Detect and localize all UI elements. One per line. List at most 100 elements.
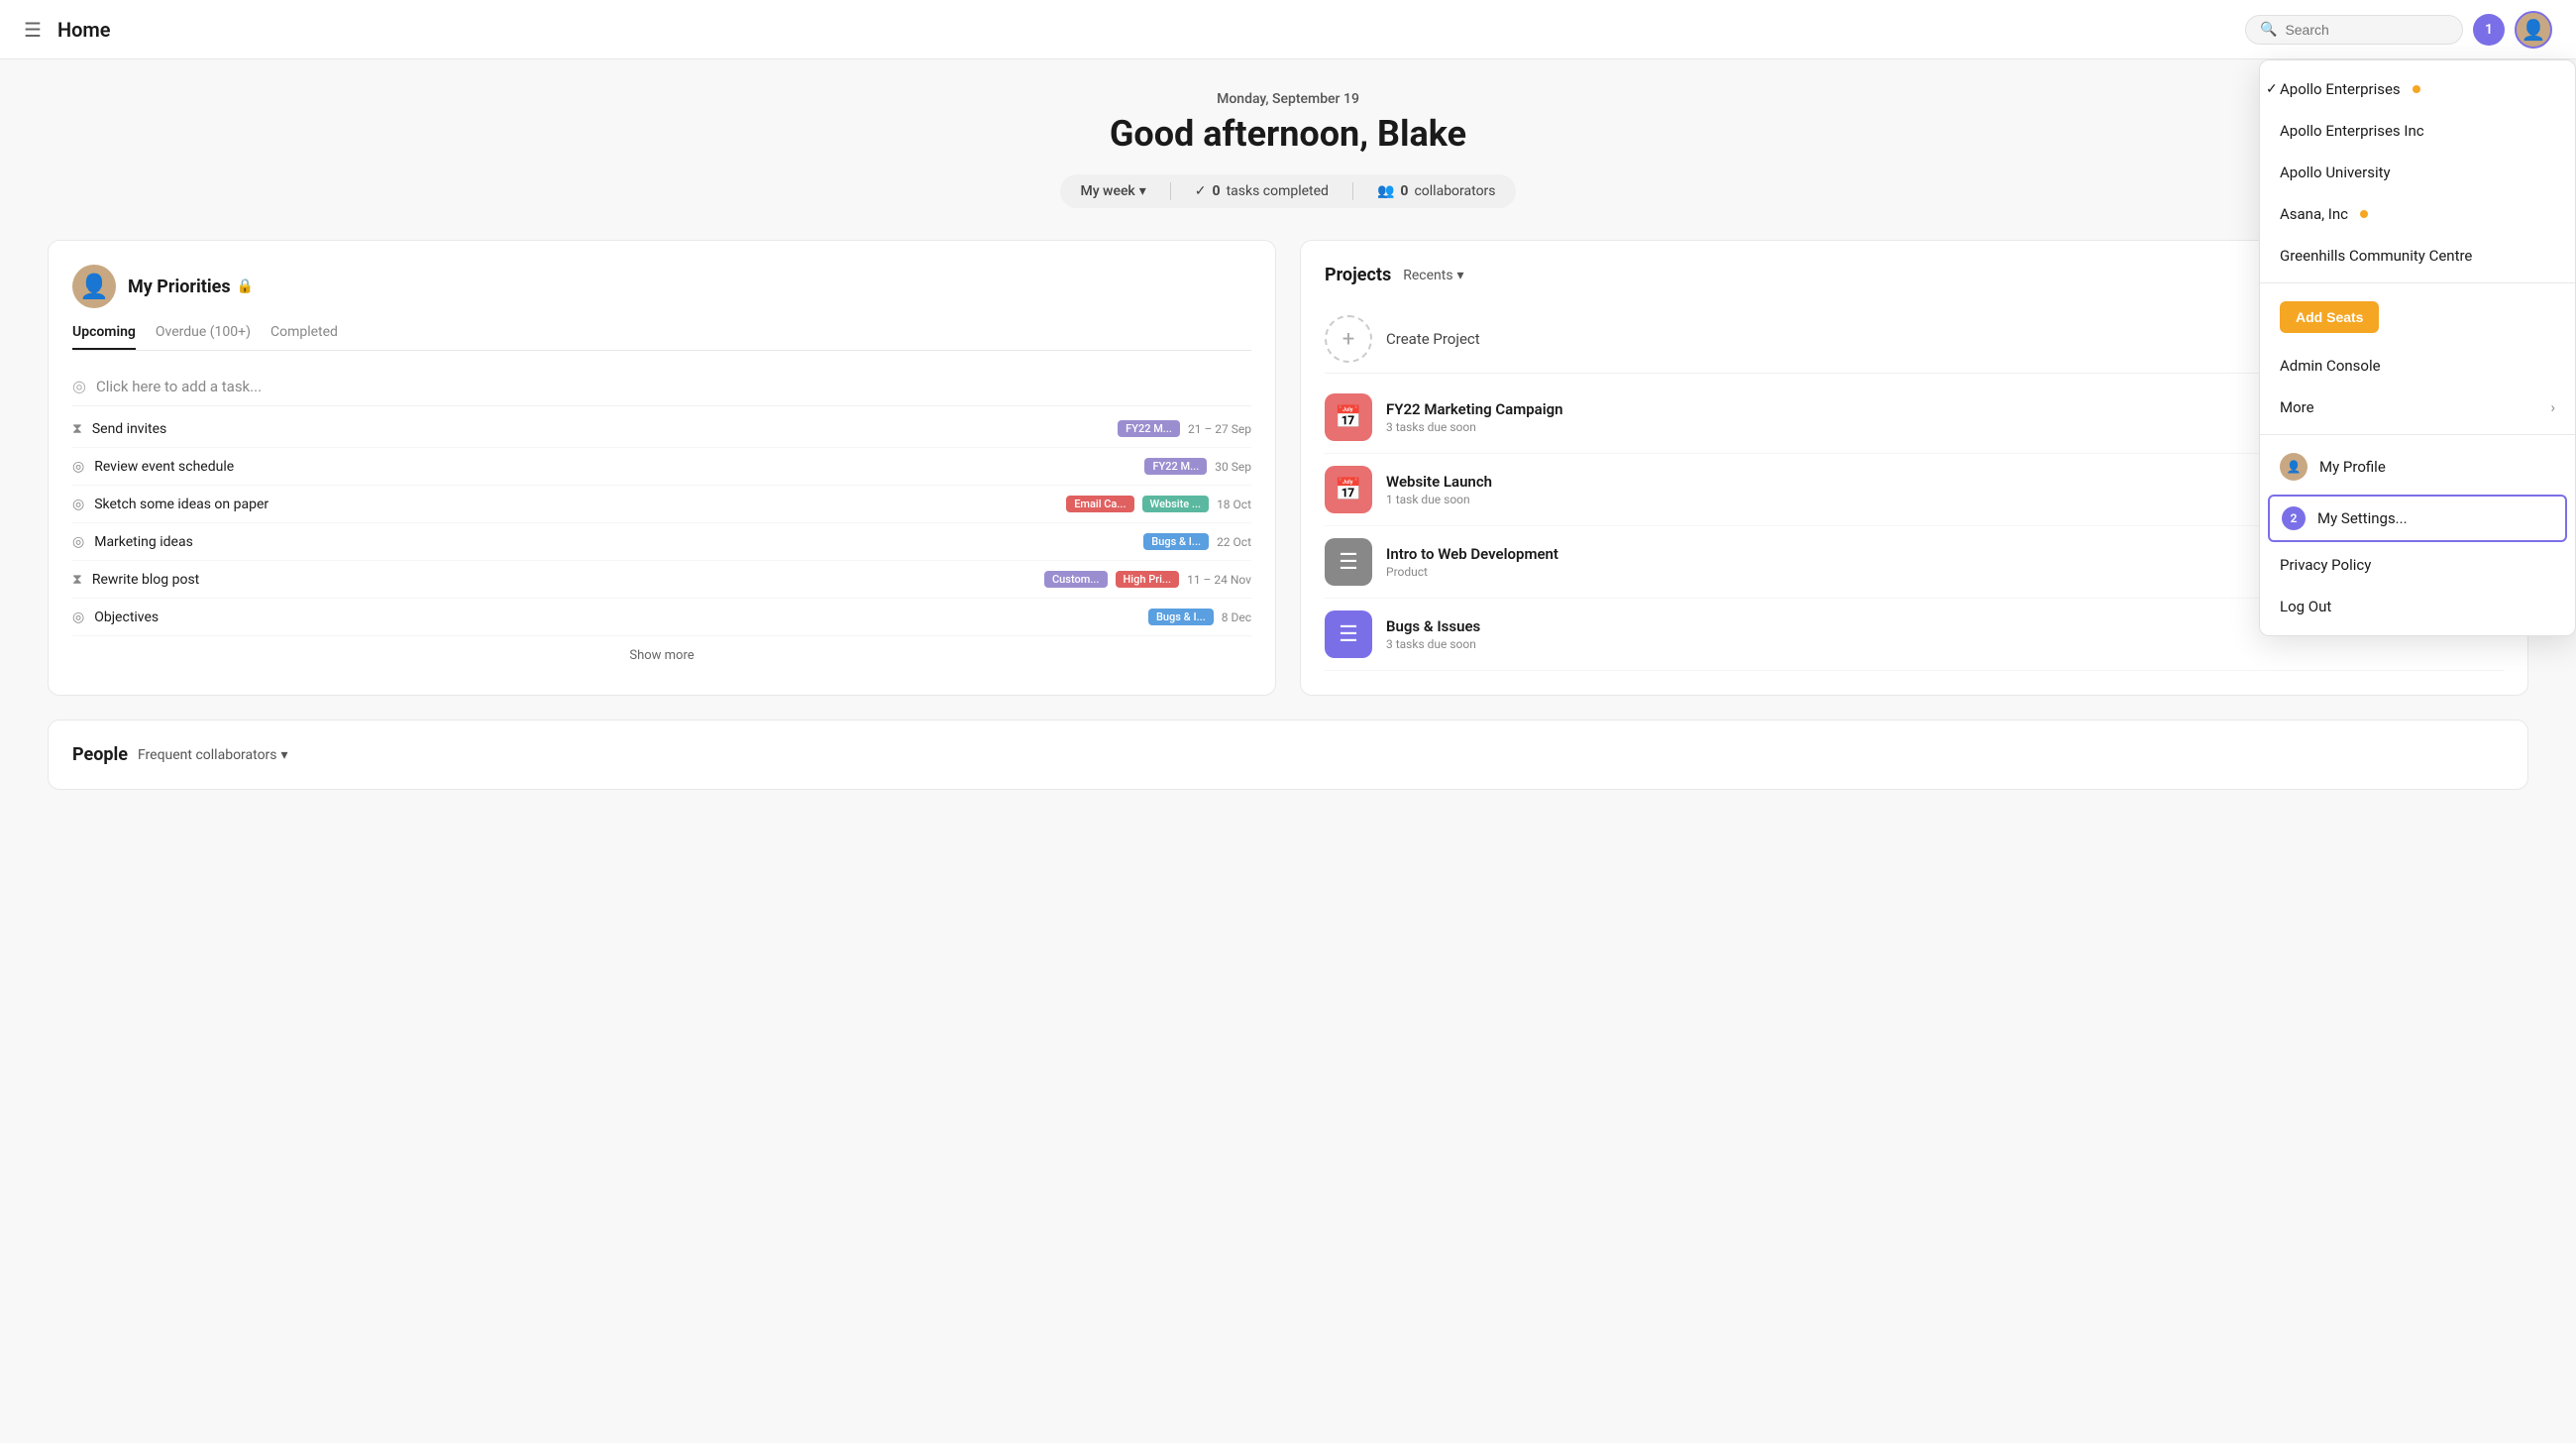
tasks-completed-stat: ✓ 0 tasks completed (1195, 183, 1329, 199)
show-more-button[interactable]: Show more (72, 648, 1251, 663)
check-circle-icon: ◎ (72, 610, 84, 625)
task-date: 21 – 27 Sep (1188, 422, 1251, 436)
people-card: People Frequent collaborators ▾ (48, 720, 2528, 790)
chevron-right-icon: › (2550, 398, 2555, 416)
task-row[interactable]: ◎ Marketing ideas Bugs & I... 22 Oct (72, 523, 1251, 561)
search-bar[interactable]: 🔍 (2245, 15, 2463, 45)
task-date: 8 Dec (1222, 610, 1251, 624)
people-icon: 👥 (1377, 183, 1394, 199)
more-label: More (2280, 398, 2314, 416)
dropdown-org-apollo-university[interactable]: Apollo University (2260, 152, 2575, 193)
project-icon-website: 📅 (1325, 466, 1372, 513)
hamburger-icon[interactable]: ☰ (24, 18, 42, 42)
hourglass-icon: ⧗ (72, 421, 82, 437)
admin-console-item[interactable]: Admin Console (2260, 345, 2575, 387)
greeting-date: Monday, September 19 (48, 91, 2528, 107)
lock-icon: 🔒 (237, 278, 254, 294)
dropdown-org-apollo-enterprises[interactable]: Apollo Enterprises (2260, 68, 2575, 110)
user-avatar[interactable]: 👤 (2515, 11, 2552, 49)
privacy-policy-label: Privacy Policy (2280, 556, 2371, 574)
dropdown-org-greenhills[interactable]: Greenhills Community Centre (2260, 235, 2575, 277)
stat-divider-1 (1170, 182, 1171, 200)
task-name: Send invites (92, 421, 166, 437)
people-filter-selector[interactable]: Frequent collaborators ▾ (138, 747, 288, 763)
org-name: Greenhills Community Centre (2280, 247, 2472, 265)
projects-title: Projects (1325, 265, 1391, 285)
recents-selector[interactable]: Recents ▾ (1403, 268, 1463, 283)
profile-avatar: 👤 (2280, 453, 2308, 481)
task-row[interactable]: ◎ Objectives Bugs & I... 8 Dec (72, 599, 1251, 636)
notification-badge[interactable]: 1 (2473, 14, 2505, 46)
tab-overdue[interactable]: Overdue (100+) (156, 324, 251, 350)
task-tag: High Pri... (1116, 571, 1180, 588)
search-icon: 🔍 (2260, 22, 2277, 38)
add-seats-item[interactable]: Add Seats (2260, 289, 2575, 345)
add-seats-button[interactable]: Add Seats (2280, 301, 2379, 333)
check-icon: ✓ (1195, 183, 1207, 199)
task-tag: FY22 M... (1144, 458, 1207, 475)
priorities-tabs: Upcoming Overdue (100+) Completed (72, 324, 1251, 351)
tasks-completed-label: tasks completed (1227, 183, 1329, 199)
project-info: Intro to Web Development Product (1386, 545, 1558, 579)
project-name: Website Launch (1386, 473, 1492, 491)
greeting-title: Good afternoon, Blake (48, 113, 2528, 155)
project-sub: 3 tasks due soon (1386, 420, 1563, 434)
search-input[interactable] (2285, 22, 2448, 38)
my-settings-label: My Settings... (2317, 509, 2408, 527)
hourglass-icon: ⧗ (72, 572, 82, 588)
org-name: Asana, Inc (2280, 205, 2348, 223)
nav-title: Home (57, 18, 111, 42)
project-name: Intro to Web Development (1386, 545, 1558, 563)
top-nav: ☰ Home 🔍 1 👤 (0, 0, 2576, 59)
project-icon-intro: ☰ (1325, 538, 1372, 586)
tasks-completed-count: 0 (1213, 183, 1221, 199)
add-task-row[interactable]: ◎ Click here to add a task... (72, 367, 1251, 406)
nav-right: 🔍 1 👤 (2245, 11, 2552, 49)
tab-completed[interactable]: Completed (270, 324, 338, 350)
recents-label: Recents (1403, 268, 1452, 283)
check-circle-icon: ◎ (72, 459, 84, 475)
task-row[interactable]: ◎ Sketch some ideas on paper Email Ca...… (72, 486, 1251, 523)
privacy-policy-item[interactable]: Privacy Policy (2260, 544, 2575, 586)
nav-left: ☰ Home (24, 18, 111, 42)
project-sub: 1 task due soon (1386, 493, 1492, 506)
main-content: Monday, September 19 Good afternoon, Bla… (0, 59, 2576, 822)
dropdown-divider-1 (2260, 282, 2575, 283)
collaborators-stat: 👥 0 collaborators (1377, 183, 1496, 199)
week-selector[interactable]: My week ▾ (1080, 183, 1145, 199)
project-sub: 3 tasks due soon (1386, 637, 1480, 651)
task-row[interactable]: ◎ Review event schedule FY22 M... 30 Sep (72, 448, 1251, 486)
org-name: Apollo Enterprises (2280, 80, 2401, 98)
dropdown-org-apollo-enterprises-inc[interactable]: Apollo Enterprises Inc (2260, 110, 2575, 152)
chevron-down-icon: ▾ (1457, 268, 1464, 283)
dropdown-org-asana-inc[interactable]: Asana, Inc (2260, 193, 2575, 235)
create-project-icon: + (1325, 315, 1372, 363)
week-label: My week (1080, 183, 1134, 199)
project-info: FY22 Marketing Campaign 3 tasks due soon (1386, 400, 1563, 434)
priorities-avatar: 👤 (72, 265, 116, 308)
task-name: Objectives (94, 610, 159, 625)
chevron-down-icon: ▾ (1139, 183, 1146, 199)
task-tag: Custom... (1044, 571, 1108, 588)
greeting-section: Monday, September 19 Good afternoon, Bla… (48, 91, 2528, 208)
org-name: Apollo Enterprises Inc (2280, 122, 2424, 140)
org-active-dot (2413, 85, 2420, 93)
add-task-label: Click here to add a task... (96, 378, 262, 395)
task-row[interactable]: ⧗ Rewrite blog post Custom... High Pri..… (72, 561, 1251, 599)
tab-upcoming[interactable]: Upcoming (72, 324, 136, 350)
my-profile-item[interactable]: 👤 My Profile (2260, 441, 2575, 493)
project-info: Website Launch 1 task due soon (1386, 473, 1492, 506)
priorities-title: My Priorities 🔒 (128, 277, 254, 297)
task-tag: Website ... (1142, 496, 1210, 512)
project-sub: Product (1386, 565, 1558, 579)
dropdown-divider-2 (2260, 434, 2575, 435)
log-out-item[interactable]: Log Out (2260, 586, 2575, 627)
task-tag: Bugs & I... (1148, 609, 1214, 625)
task-date: 18 Oct (1217, 498, 1251, 511)
settings-badge: 2 (2282, 506, 2306, 530)
task-tag: Bugs & I... (1143, 533, 1209, 550)
my-settings-item[interactable]: 2 My Settings... (2268, 495, 2567, 542)
more-item[interactable]: More › (2260, 387, 2575, 428)
task-row[interactable]: ⧗ Send invites FY22 M... 21 – 27 Sep (72, 410, 1251, 448)
task-date: 30 Sep (1215, 460, 1251, 474)
